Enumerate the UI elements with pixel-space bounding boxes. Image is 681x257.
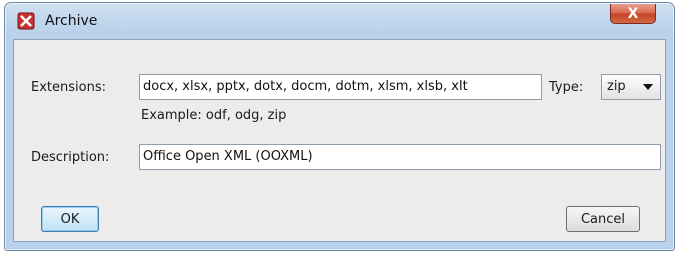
description-field[interactable]: Office Open XML (OOXML)	[139, 144, 661, 170]
close-icon: X	[627, 5, 639, 22]
close-button[interactable]: X	[610, 4, 656, 24]
archive-dialog: Archive X Extensions: docx, xlsx, pptx, …	[4, 2, 675, 251]
ok-button-label: OK	[60, 211, 80, 227]
type-select[interactable]: zip	[601, 74, 661, 100]
extensions-field[interactable]: docx, xlsx, pptx, dotx, docm, dotm, xlsm…	[139, 74, 542, 100]
extensions-label: Extensions:	[31, 80, 106, 95]
cancel-button-label: Cancel	[580, 211, 626, 227]
type-label: Type:	[549, 80, 584, 95]
type-select-value: zip	[607, 79, 626, 94]
window-title: Archive	[45, 13, 98, 29]
chevron-down-icon	[643, 84, 653, 90]
archive-app-icon	[17, 12, 35, 30]
ok-button[interactable]: OK	[41, 206, 99, 232]
cancel-button[interactable]: Cancel	[566, 206, 640, 232]
dialog-body: Extensions: docx, xlsx, pptx, dotx, docm…	[13, 39, 666, 242]
example-hint: Example: odf, odg, zip	[141, 108, 287, 123]
title-bar[interactable]: Archive X	[5, 3, 674, 33]
description-label: Description:	[31, 150, 110, 165]
